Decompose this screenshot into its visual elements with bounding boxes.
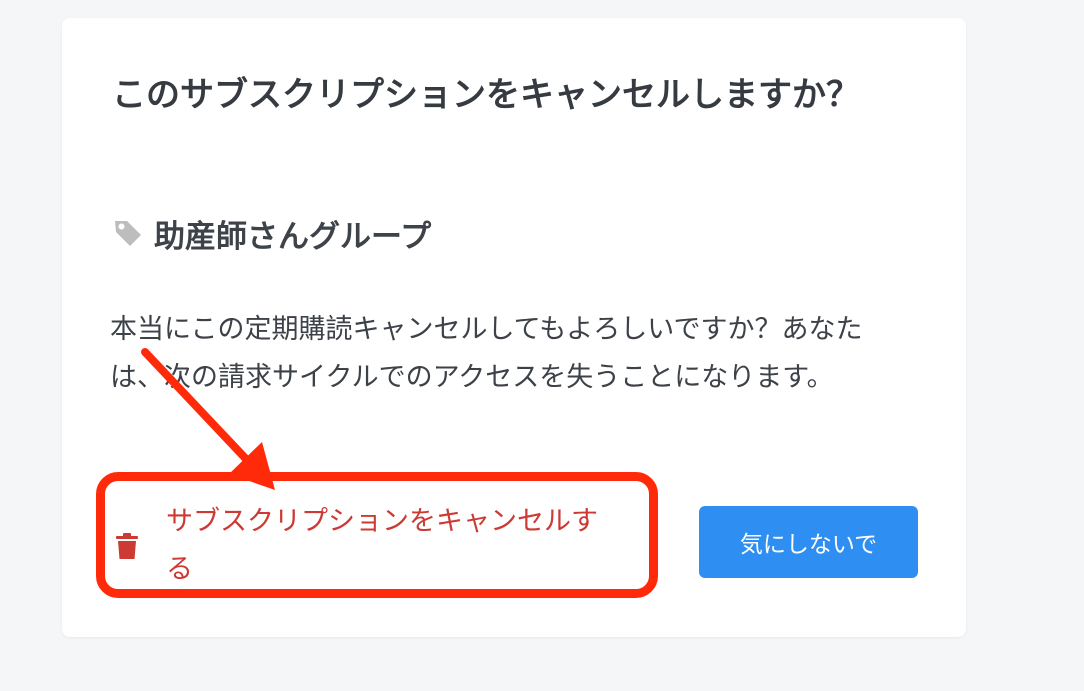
cancel-subscription-label: サブスクリプションをキャンセルする [166,506,598,585]
group-name: 助産師さんグループ [154,218,432,255]
cancel-subscription-button[interactable]: サブスクリプションをキャンセルする [110,494,600,598]
keep-subscription-button[interactable]: 気にしないで [699,506,918,578]
trash-icon [116,533,138,559]
dialog-title: このサブスクリプションをキャンセルしますか？ [112,75,860,115]
cancel-subscription-dialog: このサブスクリプションをキャンセルしますか？ 助産師さんグループ 本当にこの定期… [62,18,966,637]
confirmation-message: 本当にこの定期購読キャンセルしてもよろしいですか？あなたは、次の請求サイクルでの… [110,314,863,393]
group-row: 助産師さんグループ [112,211,431,255]
tag-icon [112,217,144,249]
